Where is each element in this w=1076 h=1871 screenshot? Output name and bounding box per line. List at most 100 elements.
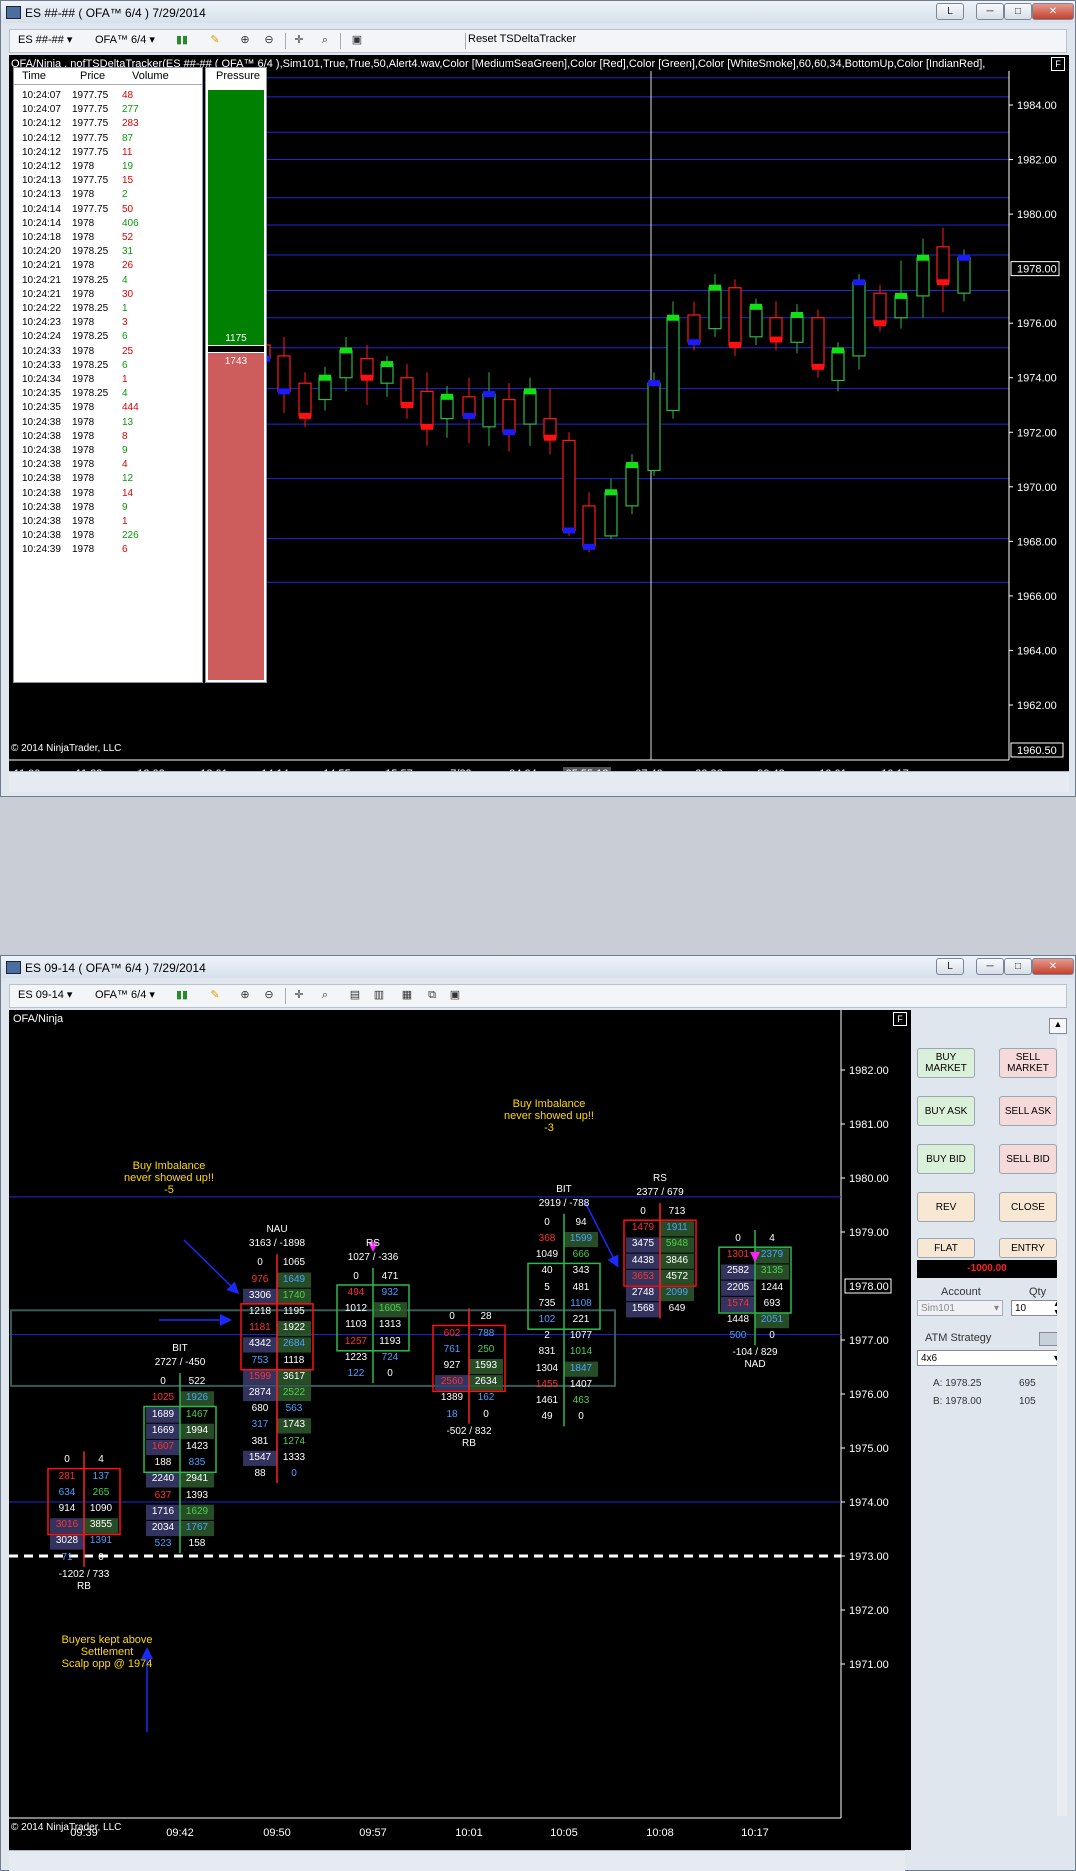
tape-volume: 26 [122, 260, 134, 272]
ask-volume-cell: 1065 [282, 1257, 306, 1269]
candle-body [708, 287, 722, 330]
ask-volume-cell: 94 [575, 1216, 587, 1228]
price-label: 1974.00 [849, 1497, 889, 1509]
tape-volume: 48 [122, 90, 134, 101]
period-selector[interactable]: OFA™ 6/4 ▾ [95, 988, 155, 1001]
bid-volume-cell: 4438 [631, 1254, 655, 1266]
strategy-icon[interactable]: ▥ [372, 989, 386, 1002]
top-scrollbar[interactable] [9, 771, 1069, 792]
buy-market-button[interactable]: BUY MARKET [917, 1048, 975, 1078]
instrument-selector[interactable]: ES ##-## ▾ [18, 33, 72, 46]
tape-price: 1978 [72, 232, 95, 243]
bar-type-icon[interactable]: ▮▮ [175, 989, 189, 1002]
zoom-out-icon[interactable]: ⊖ [262, 34, 276, 47]
bottom-scrollbar[interactable] [9, 1850, 905, 1871]
ask-volume-cell: 1077 [569, 1330, 593, 1342]
toolbar-separator [285, 988, 286, 1004]
data-box-icon[interactable]: ▣ [448, 989, 462, 1002]
tape-price: 1978 [72, 288, 95, 300]
ask-volume-cell: 1467 [185, 1408, 209, 1420]
tape-price: 1978 [72, 430, 95, 442]
current-price-label: 1978.00 [1017, 264, 1057, 276]
buy-ask-button[interactable]: BUY ASK [917, 1096, 975, 1126]
zoom-out-icon[interactable]: ⊖ [262, 989, 276, 1002]
ask-volume-cell: 1244 [760, 1281, 784, 1293]
copy-icon[interactable]: ⧉ [425, 989, 439, 1002]
buy-bid-button[interactable]: BUY BID [917, 1144, 975, 1174]
candle-body [440, 396, 454, 420]
atm-strategy-select[interactable]: 4x6▾ [917, 1350, 1063, 1366]
draw-tool-icon[interactable]: ✎ [208, 989, 222, 1002]
data-box-icon[interactable]: ▣ [350, 34, 364, 47]
bid-volume-cell: 1568 [631, 1303, 655, 1315]
qty-input[interactable]: 10▲▼ [1011, 1300, 1063, 1316]
link-button[interactable]: L [936, 958, 964, 975]
magnifier-icon[interactable]: ⌕ [318, 34, 332, 47]
candle-body [400, 377, 414, 406]
panel-scrollbar[interactable] [1057, 1036, 1067, 1816]
ask-volume-cell: 1605 [378, 1303, 402, 1315]
chart-toolbar: ES ##-## ▾ OFA™ 6/4 ▾ ▮▮ ✎ ⊕ ⊖ ✛ ⌕ ▣ Res… [9, 29, 1067, 53]
candle-body [916, 257, 930, 297]
ask-volume-cell: 522 [188, 1376, 206, 1388]
sell-bid-button[interactable]: SELL BID [999, 1144, 1057, 1174]
maximize-button[interactable]: □ [1004, 3, 1032, 20]
minimize-button[interactable]: ─ [976, 958, 1004, 975]
bar-delta-summary: 1027 / -336 [347, 1251, 399, 1263]
bid-volume-cell: 753 [251, 1354, 269, 1366]
crosshair-icon[interactable]: ✛ [292, 989, 306, 1002]
tape-price: 1978.25 [72, 274, 109, 286]
ask-volume-cell: 3855 [89, 1519, 113, 1531]
minimize-button[interactable]: ─ [976, 3, 1004, 20]
bid-volume-cell: 976 [251, 1273, 269, 1285]
reverse-button[interactable]: REV [917, 1192, 975, 1222]
bar-delta-summary: -502 / 832 [446, 1425, 492, 1437]
reset-tsdeltatracker-button[interactable]: Reset TSDeltaTracker [468, 33, 576, 45]
account-select[interactable]: Sim101 ▾ [917, 1300, 1003, 1316]
volume-marker [917, 254, 929, 261]
tape-volume: 13 [122, 416, 134, 428]
properties-icon[interactable]: ▦ [400, 989, 414, 1002]
tape-volume: 52 [122, 232, 134, 243]
tape-time: 10:24:33 [22, 345, 61, 357]
close-button[interactable]: ✕ [1032, 958, 1074, 975]
tape-volume: 277 [122, 104, 139, 116]
close-button[interactable]: ✕ [1032, 3, 1074, 20]
close-position-button[interactable]: CLOSE [999, 1192, 1057, 1222]
price-label: 1976.00 [1017, 318, 1057, 330]
tape-time: 10:24:38 [22, 530, 61, 542]
toolbar-separator [465, 33, 466, 49]
zoom-in-icon[interactable]: ⊕ [238, 34, 252, 47]
bid-volume-cell: 1025 [151, 1392, 175, 1404]
sell-market-button[interactable]: SELL MARKET [999, 1048, 1057, 1078]
buy-pressure-value: 1175 [225, 333, 247, 344]
tape-time: 10:24:38 [22, 501, 61, 513]
sell-ask-button[interactable]: SELL ASK [999, 1096, 1057, 1126]
bottom-chart-panel[interactable]: OFA/Ninja 1982.00 1981.00 1980.00 1979.00 19… [9, 1010, 911, 1850]
period-selector[interactable]: OFA™ 6/4 ▾ [95, 33, 155, 46]
volume-marker [688, 339, 700, 346]
volume-marker [483, 391, 495, 398]
indicator-icon[interactable]: ▤ [348, 989, 362, 1002]
tape-time: 10:24:20 [22, 246, 61, 258]
candle-body [647, 382, 661, 472]
ask-volume-cell: 0 [769, 1330, 775, 1342]
top-chart-panel[interactable]: OFA/Ninja , nofTSDeltaTracker(ES ##-## (… [9, 55, 1069, 785]
zoom-in-icon[interactable]: ⊕ [238, 989, 252, 1002]
maximize-button[interactable]: □ [1004, 958, 1032, 975]
tape-price: 1978 [72, 416, 95, 428]
tape-volume: 11 [122, 146, 133, 158]
draw-tool-icon[interactable]: ✎ [208, 34, 222, 47]
instrument-selector[interactable]: ES 09-14 ▾ [18, 988, 72, 1001]
f-button[interactable]: F [893, 1012, 907, 1026]
link-button[interactable]: L [936, 3, 964, 20]
tape-price: 1978 [72, 345, 95, 357]
tape-volume: 8 [122, 430, 128, 442]
bid-volume-cell: 0 [160, 1376, 166, 1388]
tape-price: 1978 [72, 530, 95, 542]
collapse-up-button[interactable]: ▲ [1049, 1018, 1067, 1034]
magnifier-icon[interactable]: ⌕ [318, 989, 332, 1002]
bid-volume-cell: 634 [58, 1486, 76, 1498]
bar-type-icon[interactable]: ▮▮ [175, 34, 189, 47]
crosshair-icon[interactable]: ✛ [292, 34, 306, 47]
